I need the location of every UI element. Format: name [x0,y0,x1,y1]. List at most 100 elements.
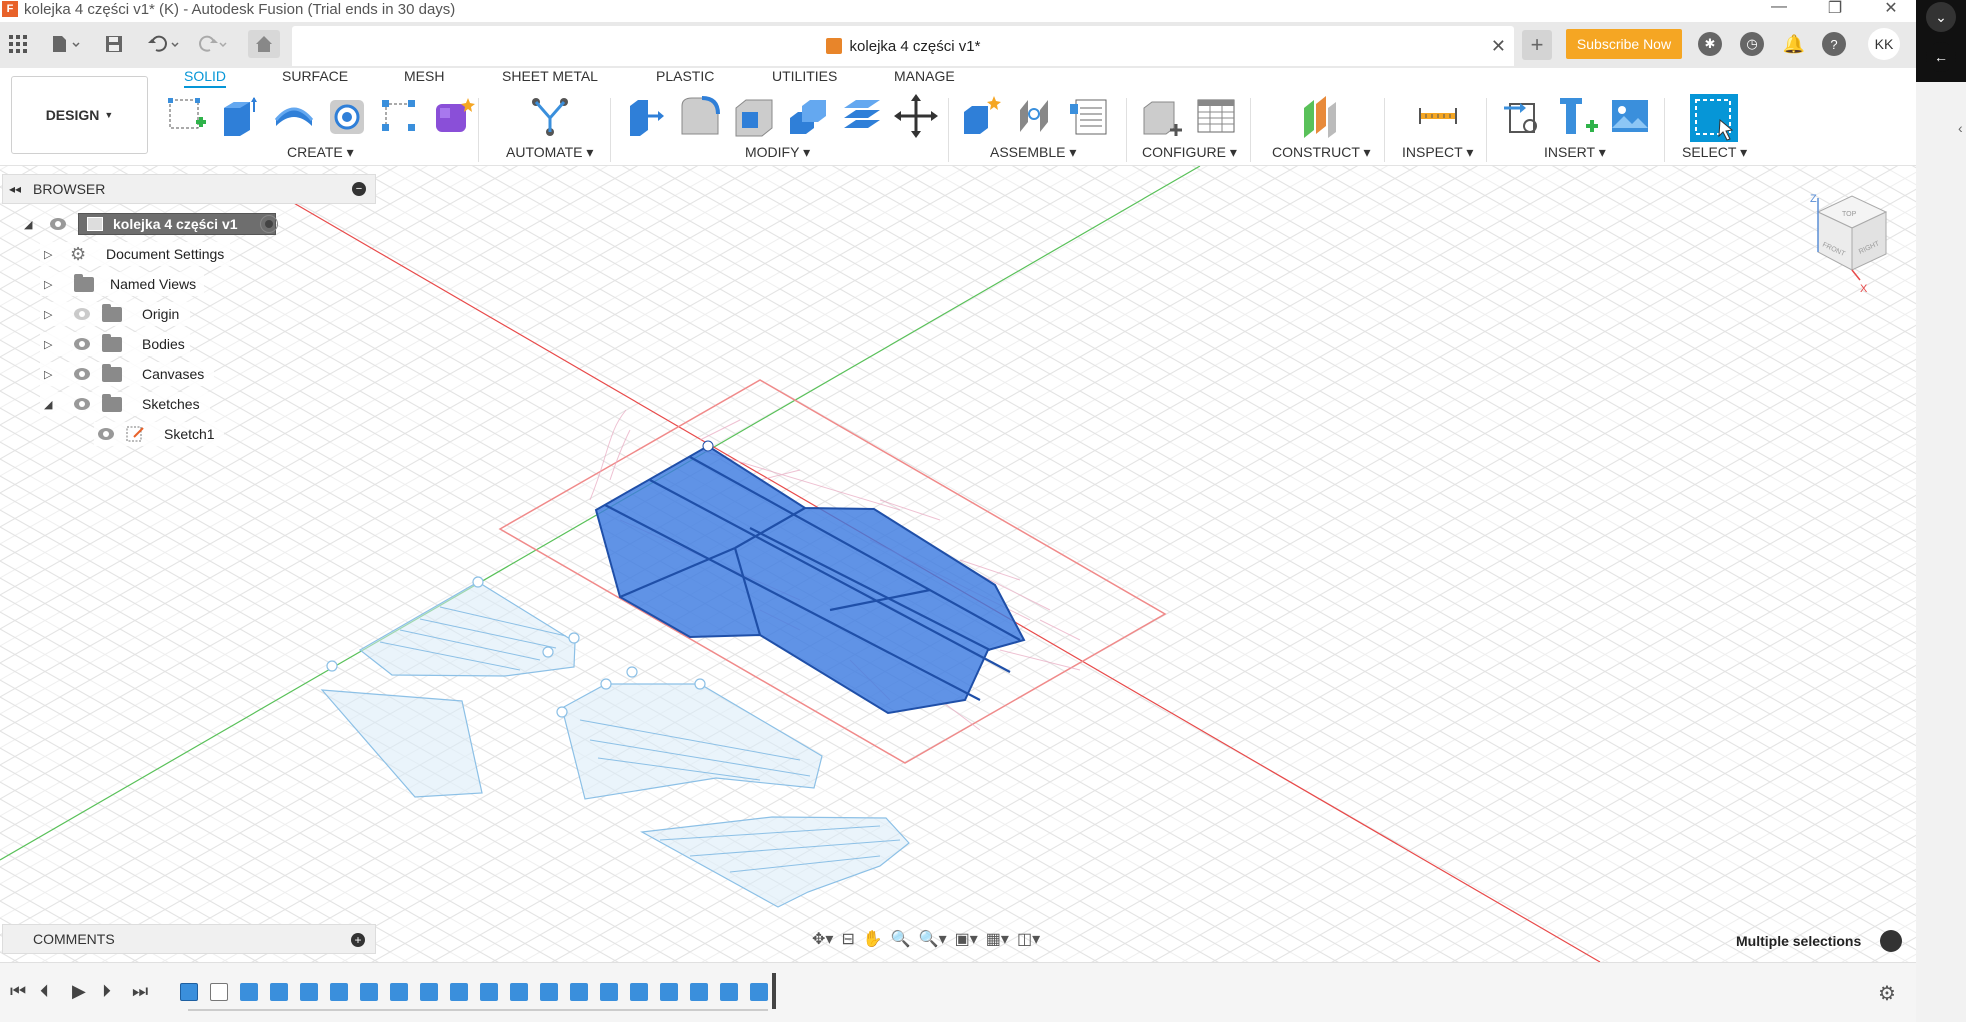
timeline-feature[interactable] [390,983,408,1001]
visibility-eye-icon[interactable] [48,218,68,230]
select-menu[interactable]: SELECT ▾ [1682,144,1747,161]
save-icon[interactable] [100,30,128,58]
browser-item-named-views[interactable]: ▷ Named Views [40,272,204,296]
expand-triangle-icon[interactable]: ▷ [44,308,52,321]
configure-icon[interactable] [1140,94,1184,138]
collapse-panel-icon[interactable]: ◂◂ [9,182,21,196]
configuration-table-icon[interactable] [1194,94,1238,138]
visibility-eye-icon[interactable] [96,428,116,440]
timeline-feature[interactable] [450,983,468,1001]
timeline-feature[interactable] [330,983,348,1001]
revolve-icon[interactable] [272,94,316,138]
orbit-icon[interactable]: ✥▾ [812,929,833,949]
viewport-canvas[interactable]: Z X TOP FRONT RIGHT [0,166,1916,962]
joint-icon[interactable] [1014,94,1058,138]
file-icon[interactable] [46,30,86,58]
timeline-feature[interactable] [690,983,708,1001]
create-sketch-icon[interactable] [166,94,210,138]
tab-plastic[interactable]: PLASTIC [656,68,714,88]
tab-manage[interactable]: MANAGE [894,68,955,88]
play-icon[interactable]: ▶ [72,981,86,1002]
collapse-triangle-icon[interactable]: ◢ [24,218,32,231]
automate-menu[interactable]: AUTOMATE ▾ [506,144,593,161]
insert-derive-icon[interactable] [1502,94,1546,138]
offset-face-icon[interactable] [840,94,884,138]
viewports-icon[interactable]: ◫▾ [1017,929,1040,949]
close-icon[interactable]: ✕ [1491,36,1506,57]
timeline-feature[interactable] [510,983,528,1001]
tab-mesh[interactable]: MESH [404,68,444,88]
shell-icon[interactable] [732,94,776,138]
select-icon[interactable] [1690,94,1738,142]
timeline-feature[interactable] [570,983,588,1001]
extensions-icon[interactable]: ✱ [1698,32,1722,56]
timeline-feature[interactable] [300,983,318,1001]
fit-icon[interactable]: 🔍▾ [919,929,947,949]
timeline-feature[interactable] [600,983,618,1001]
minimize-panel-icon[interactable]: − [352,182,366,196]
timeline-feature[interactable] [360,983,378,1001]
timeline-sketch-feature[interactable] [210,983,228,1001]
automate-icon[interactable] [528,94,572,138]
grid-settings-icon[interactable]: ▦▾ [986,929,1009,949]
comments-panel[interactable]: COMMENTS + [2,924,376,954]
timeline-feature[interactable] [420,983,438,1001]
minimize-button[interactable]: — [1764,0,1794,18]
step-forward-icon[interactable]: ⏵ [102,981,111,1002]
browser-item-document-settings[interactable]: ▷ ⚙ Document Settings [40,242,230,266]
browser-item-sketches[interactable]: ◢ Sketches [40,392,210,416]
timeline-feature[interactable] [660,983,678,1001]
new-component-icon[interactable] [960,94,1004,138]
offset-plane-icon[interactable] [1298,94,1342,138]
go-to-start-icon[interactable]: ⏮ [10,981,26,1002]
redo-icon[interactable] [192,30,232,58]
undo-icon[interactable] [144,30,184,58]
home-icon[interactable] [248,30,280,58]
pan-icon[interactable]: ✋ [863,929,883,949]
form-icon[interactable] [432,94,476,138]
timeline-marker[interactable] [772,973,776,1009]
pattern-icon[interactable] [378,94,422,138]
timeline-canvas-feature[interactable] [180,983,198,1001]
measure-icon[interactable] [1416,94,1460,138]
tab-solid[interactable]: SOLID [184,68,226,88]
modify-menu[interactable]: MODIFY ▾ [745,144,810,161]
expand-triangle-icon[interactable]: ▷ [44,338,52,351]
tab-surface[interactable]: SURFACE [282,68,348,88]
add-tab-icon[interactable]: + [1522,30,1552,60]
fillet-icon[interactable] [678,94,722,138]
move-icon[interactable] [894,94,938,138]
add-comment-icon[interactable]: + [351,933,365,947]
browser-header[interactable]: ◂◂ BROWSER − [2,174,376,204]
collapse-triangle-icon[interactable]: ◢ [44,398,52,411]
canvas-icon[interactable] [1608,94,1652,138]
construct-menu[interactable]: CONSTRUCT ▾ [1272,144,1371,161]
inspect-menu[interactable]: INSPECT ▾ [1402,144,1473,161]
restore-button[interactable]: ❐ [1820,0,1850,18]
insert-menu[interactable]: INSERT ▾ [1544,144,1606,161]
browser-root-row[interactable]: ◢ kolejka 4 części v1 [20,212,280,236]
gear-icon[interactable]: ⚙ [1878,981,1896,1006]
step-back-icon[interactable]: ⏴ [40,981,49,1002]
timeline-feature[interactable] [270,983,288,1001]
hole-icon[interactable] [326,94,370,138]
back-arrow-icon[interactable]: ← [1926,42,1956,72]
visibility-eye-icon[interactable] [72,398,92,410]
3d-viewport[interactable]: Z X TOP FRONT RIGHT [0,166,1916,962]
extrude-icon[interactable] [218,94,262,138]
configure-menu[interactable]: CONFIGURE ▾ [1142,144,1237,161]
bill-of-materials-icon[interactable] [1068,94,1112,138]
display-settings-icon[interactable]: ▣▾ [955,929,978,949]
document-tab[interactable]: kolejka 4 części v1* ✕ [292,26,1514,66]
hidden-eye-icon[interactable] [72,308,92,320]
assemble-menu[interactable]: ASSEMBLE ▾ [990,144,1076,161]
visibility-eye-icon[interactable] [72,338,92,350]
timeline-feature[interactable] [630,983,648,1001]
look-at-icon[interactable]: ⊟ [841,929,854,949]
timeline-feature[interactable] [540,983,558,1001]
timeline-feature[interactable] [480,983,498,1001]
close-window-button[interactable]: ✕ [1876,0,1906,18]
timeline-feature[interactable] [240,983,258,1001]
tab-sheet-metal[interactable]: SHEET METAL [502,68,598,88]
tab-utilities[interactable]: UTILITIES [772,68,837,88]
